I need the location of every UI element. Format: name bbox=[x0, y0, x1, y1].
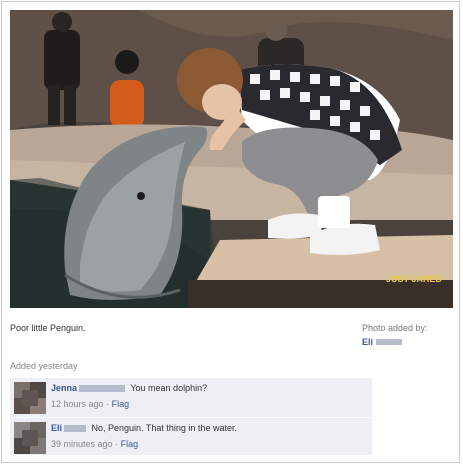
commenter-name-link[interactable]: Jenna bbox=[51, 383, 77, 393]
comment-item: Eli No, Penguin. That thing in the water… bbox=[10, 418, 372, 455]
post-photo[interactable]: JUST JARED bbox=[10, 10, 453, 308]
flag-link[interactable]: Flag bbox=[121, 439, 139, 449]
avatar[interactable] bbox=[14, 422, 46, 454]
author-name-link[interactable]: Eli bbox=[362, 337, 373, 347]
added-timestamp: Added yesterday bbox=[10, 361, 78, 371]
meta-separator: · bbox=[115, 439, 119, 449]
commenter-name-link[interactable]: Eli bbox=[51, 423, 62, 433]
comment-body: Eli No, Penguin. That thing in the water… bbox=[51, 423, 237, 433]
comment-item: Jenna You mean dolphin? 12 hours ago · F… bbox=[10, 378, 372, 417]
photo-added-by-label: Photo added by: bbox=[362, 323, 428, 333]
meta-separator: · bbox=[106, 399, 110, 409]
comment-time: 12 hours ago bbox=[51, 399, 104, 409]
flag-link[interactable]: Flag bbox=[112, 399, 130, 409]
comment-text: No, Penguin. That thing in the water. bbox=[91, 423, 237, 433]
dolphin-photo: JUST JARED bbox=[10, 10, 453, 308]
comment-time: 39 minutes ago bbox=[51, 439, 113, 449]
comment-meta: 39 minutes ago · Flag bbox=[51, 439, 138, 449]
redacted-surname bbox=[376, 339, 403, 345]
avatar[interactable] bbox=[14, 382, 46, 414]
photo-caption: Poor little Penguin. bbox=[10, 323, 86, 333]
comment-text: You mean dolphin? bbox=[130, 383, 208, 393]
redacted-surname bbox=[79, 385, 126, 392]
comment-body: Jenna You mean dolphin? bbox=[51, 383, 207, 393]
comment-meta: 12 hours ago · Flag bbox=[51, 399, 129, 409]
redacted-surname bbox=[64, 425, 87, 432]
photo-watermark: JUST JARED bbox=[386, 274, 443, 284]
photo-added-by-name[interactable]: Eli bbox=[362, 337, 403, 347]
photo-post-card: JUST JARED Poor little Penguin. Photo ad… bbox=[1, 1, 460, 463]
